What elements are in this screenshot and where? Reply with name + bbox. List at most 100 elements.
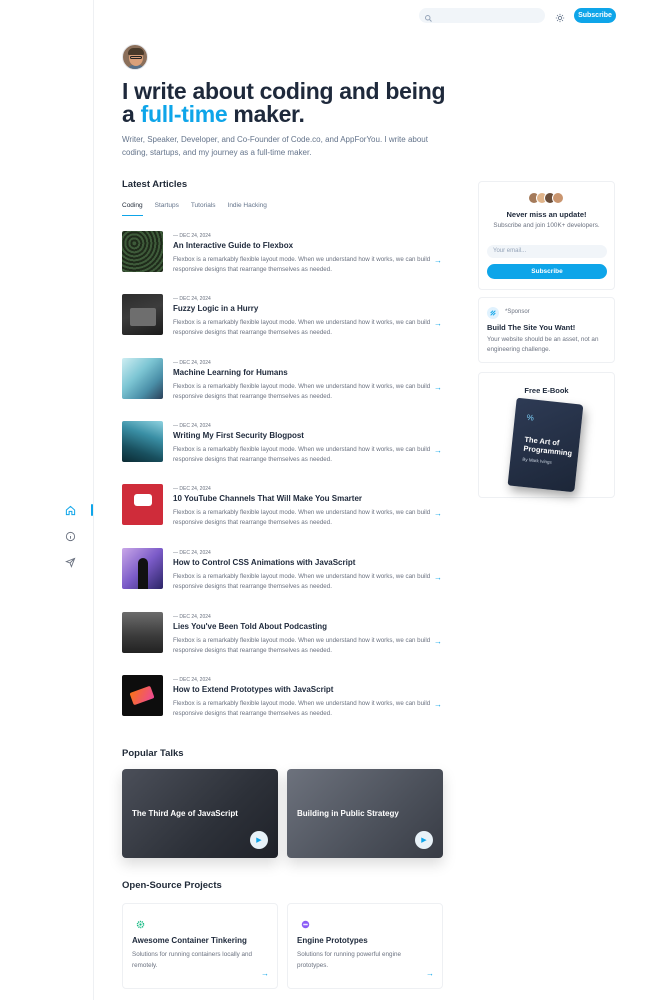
send-nav-icon[interactable] xyxy=(62,554,78,570)
article-description: Flexbox is a remarkably flexible layout … xyxy=(173,383,431,400)
tab-coding[interactable]: Coding xyxy=(122,202,143,216)
sponsor-card[interactable]: *Sponsor Build The Site You Want! Your w… xyxy=(478,297,615,363)
article-thumbnail xyxy=(122,484,163,525)
article-item[interactable]: — DEC 24, 2024 Lies You've Been Told Abo… xyxy=(122,612,442,654)
search-icon xyxy=(424,10,433,28)
article-item[interactable]: — DEC 24, 2024 10 YouTube Channels That … xyxy=(122,484,442,526)
article-thumbnail xyxy=(122,421,163,462)
article-thumbnail xyxy=(122,548,163,589)
newsletter-text: Subscribe and join 100K+ developers. xyxy=(493,222,600,229)
article-thumbnail xyxy=(122,294,163,335)
project-title: Engine Prototypes xyxy=(297,936,368,945)
article-thumbnail xyxy=(122,612,163,653)
article-description: Flexbox is a remarkably flexible layout … xyxy=(173,256,431,273)
avatar xyxy=(122,44,148,70)
intro-text: Writer, Speaker, Developer, and Co-Found… xyxy=(122,135,428,157)
sponsor-heading: Build The Site You Want! xyxy=(487,323,576,332)
arrow-right-icon[interactable]: → xyxy=(434,637,442,646)
article-title[interactable]: An Interactive Guide to Flexbox xyxy=(173,241,293,250)
arrow-right-icon[interactable]: → xyxy=(434,573,442,582)
latest-articles-heading: Latest Articles xyxy=(122,179,188,190)
tab-tutorials[interactable]: Tutorials xyxy=(191,202,216,216)
article-description: Flexbox is a remarkably flexible layout … xyxy=(173,319,431,336)
article-item[interactable]: — DEC 24, 2024 How to Control CSS Animat… xyxy=(122,548,442,590)
home-nav-icon[interactable] xyxy=(62,502,78,518)
arrow-right-icon[interactable]: → xyxy=(434,700,442,709)
tab-startups[interactable]: Startups xyxy=(155,202,179,216)
newsletter-card: Never miss an update! Subscribe and join… xyxy=(478,181,615,290)
arrow-right-icon[interactable]: → xyxy=(434,256,442,265)
arrow-right-icon[interactable]: → xyxy=(261,969,269,978)
article-item[interactable]: — DEC 24, 2024 An Interactive Guide to F… xyxy=(122,231,442,273)
article-title[interactable]: Machine Learning for Humans xyxy=(173,368,288,377)
article-date: — DEC 24, 2024 xyxy=(173,677,211,683)
article-item[interactable]: — DEC 24, 2024 How to Extend Prototypes … xyxy=(122,675,442,717)
newsletter-subscribe-button[interactable]: Subscribe xyxy=(487,264,607,279)
article-date: — DEC 24, 2024 xyxy=(173,423,211,429)
sponsor-logo-icon xyxy=(487,307,499,319)
talk-title: Building in Public Strategy xyxy=(297,809,399,818)
article-title[interactable]: How to Extend Prototypes with JavaScript xyxy=(173,685,333,694)
sponsor-tag: *Sponsor xyxy=(505,309,530,315)
header-subscribe-button[interactable]: Subscribe xyxy=(574,8,616,23)
article-item[interactable]: — DEC 24, 2024 Writing My First Security… xyxy=(122,421,442,463)
play-icon[interactable]: ▶ xyxy=(250,831,268,849)
article-date: — DEC 24, 2024 xyxy=(173,550,211,556)
title-accent: full-time xyxy=(140,101,228,127)
article-description: Flexbox is a remarkably flexible layout … xyxy=(173,637,431,654)
ebook-card[interactable]: Free E-Book % The Art of Programming By … xyxy=(478,372,615,498)
ebook-heading: Free E-Book xyxy=(524,386,569,395)
article-thumbnail xyxy=(122,358,163,399)
article-date: — DEC 24, 2024 xyxy=(173,614,211,620)
project-card[interactable]: Engine Prototypes Solutions for running … xyxy=(287,903,443,989)
article-date: — DEC 24, 2024 xyxy=(173,296,211,302)
page-title: I write about coding and being a full-ti… xyxy=(122,78,446,127)
talk-card[interactable]: Building in Public Strategy ▶ xyxy=(287,769,443,858)
search-input[interactable] xyxy=(419,8,545,23)
project-title: Awesome Container Tinkering xyxy=(132,936,247,945)
project-description: Solutions for running containers locally… xyxy=(132,951,253,969)
info-nav-icon[interactable] xyxy=(62,528,78,544)
email-field[interactable]: Your email... xyxy=(487,245,607,258)
article-thumbnail xyxy=(122,675,163,716)
article-item[interactable]: — DEC 24, 2024 Fuzzy Logic in a Hurry Fl… xyxy=(122,294,442,336)
popular-talks-heading: Popular Talks xyxy=(122,748,184,759)
tab-indie-hacking[interactable]: Indie Hacking xyxy=(228,202,267,216)
arrow-right-icon[interactable]: → xyxy=(434,446,442,455)
subscriber-avatars xyxy=(528,192,564,204)
article-title[interactable]: Writing My First Security Blogpost xyxy=(173,431,304,440)
newsletter-heading: Never miss an update! xyxy=(506,210,587,219)
article-description: Flexbox is a remarkably flexible layout … xyxy=(173,573,431,590)
article-thumbnail xyxy=(122,231,163,272)
talk-card[interactable]: The Third Age of JavaScript ▶ xyxy=(122,769,278,858)
arrow-right-icon[interactable]: → xyxy=(426,969,434,978)
ebook-author: By Mark Ivings xyxy=(522,456,553,465)
ebook-title: The Art of Programming xyxy=(523,434,573,458)
article-date: — DEC 24, 2024 xyxy=(173,486,211,492)
article-item[interactable]: — DEC 24, 2024 Machine Learning for Huma… xyxy=(122,358,442,400)
projects-heading: Open-Source Projects xyxy=(122,880,222,891)
side-rail xyxy=(0,0,94,1000)
ebook-cover[interactable]: % The Art of Programming By Mark Ivings xyxy=(507,397,584,493)
article-description: Flexbox is a remarkably flexible layout … xyxy=(173,700,431,717)
percent-icon: % xyxy=(526,412,535,423)
arrow-right-icon[interactable]: → xyxy=(434,383,442,392)
theme-toggle-icon[interactable] xyxy=(555,10,565,23)
article-title[interactable]: 10 YouTube Channels That Will Make You S… xyxy=(173,494,362,503)
article-description: Flexbox is a remarkably flexible layout … xyxy=(173,509,431,526)
article-date: — DEC 24, 2024 xyxy=(173,360,211,366)
arrow-right-icon[interactable]: → xyxy=(434,319,442,328)
play-icon[interactable]: ▶ xyxy=(415,831,433,849)
article-title[interactable]: Fuzzy Logic in a Hurry xyxy=(173,304,258,313)
arrow-right-icon[interactable]: → xyxy=(434,509,442,518)
engine-icon xyxy=(301,916,310,929)
article-title[interactable]: Lies You've Been Told About Podcasting xyxy=(173,622,327,631)
gear-icon xyxy=(136,916,145,929)
article-date: — DEC 24, 2024 xyxy=(173,233,211,239)
project-card[interactable]: Awesome Container Tinkering Solutions fo… xyxy=(122,903,278,989)
article-title[interactable]: How to Control CSS Animations with JavaS… xyxy=(173,558,355,567)
project-description: Solutions for running powerful engine pr… xyxy=(297,951,401,969)
article-description: Flexbox is a remarkably flexible layout … xyxy=(173,446,431,463)
article-tabs: Coding Startups Tutorials Indie Hacking xyxy=(122,202,267,216)
active-nav-indicator xyxy=(91,504,93,516)
